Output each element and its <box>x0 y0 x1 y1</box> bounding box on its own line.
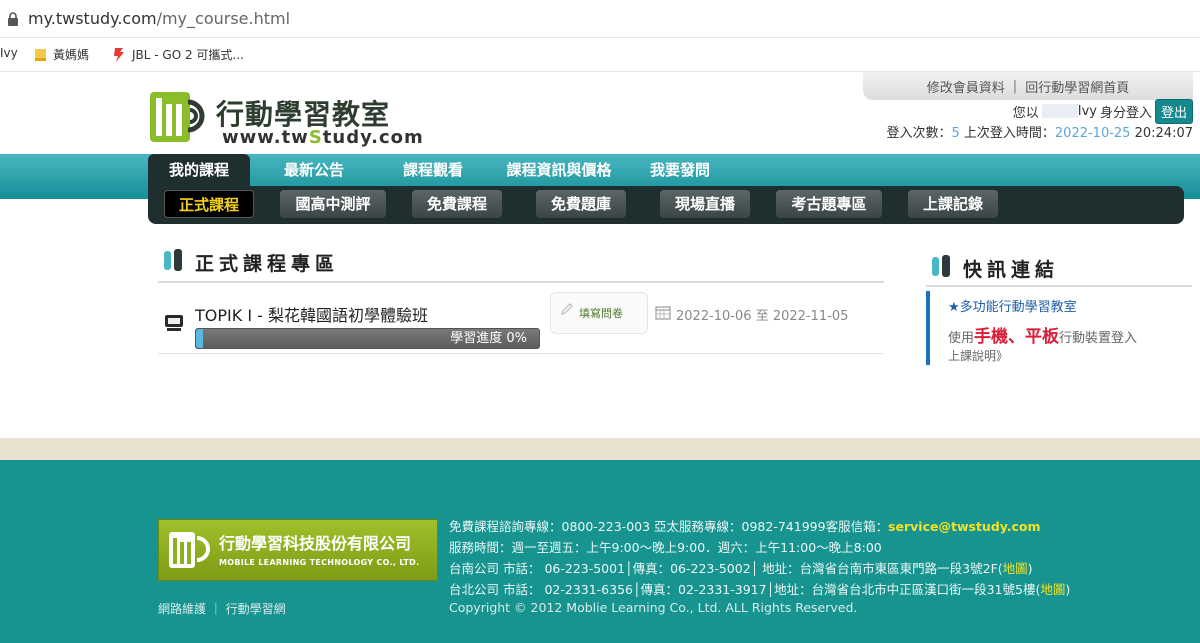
survey-label: 填寫問卷 <box>579 307 623 320</box>
login-status: 您以 Ivy 身分登入 登出 <box>880 98 1193 124</box>
pencil-icon <box>561 303 573 315</box>
login-prefix: 您以 <box>1012 105 1039 121</box>
taipei-map-link[interactable]: 地圖 <box>1040 582 1065 597</box>
masked-username <box>1041 104 1078 118</box>
quicklink-mobile-classroom[interactable]: ★多功能行動學習教室 <box>948 296 1077 315</box>
site-url: www.twStudy.com <box>222 127 424 148</box>
quicklinks-title: 快訊連結 <box>963 259 1060 281</box>
nav-ask[interactable]: 我要發問 <box>630 154 730 186</box>
quicklink-device-login[interactable]: 使用手機、平板行動裝置登入 <box>948 322 1137 347</box>
quicklinks-marker-icon <box>932 255 950 277</box>
progress-bar: 學習進度 0% <box>195 328 540 349</box>
bookmarks-bar: Ivy 黃媽媽 JBL - GO 2 可攜式... <box>0 38 1200 72</box>
subnav-assessment[interactable]: 國高中測評 <box>280 190 386 218</box>
bookmark-jbl[interactable]: JBL - GO 2 可攜式... <box>112 46 244 63</box>
tainan-map-link[interactable]: 地圖 <box>1003 561 1028 576</box>
login-user: Ivy <box>1077 103 1097 119</box>
subnav-free-questions[interactable]: 免費題庫 <box>536 190 626 218</box>
logo-icon[interactable] <box>148 88 214 144</box>
top-link-separator: | <box>1012 78 1018 94</box>
lock-icon <box>8 12 18 26</box>
edit-profile-link[interactable]: 修改會員資料 <box>927 77 1005 96</box>
company-logo: 行動學習科技股份有限公司 MOBILE LEARNING TECHNOLOGY … <box>158 519 438 581</box>
calendar-icon <box>655 306 671 320</box>
course-tv-icon <box>165 315 183 331</box>
contact-line-tainan: 台南公司 市話： 06-223-5001│傳真：06-223-5002│ 地址：… <box>449 561 1033 576</box>
progress-fill <box>196 329 203 348</box>
course-date-range: 2022-10-06 至 2022-11-05 <box>676 309 849 324</box>
service-email-link[interactable]: service@twstudy.com <box>888 519 1040 534</box>
contact-line-hotline: 免費課程諮詢專線：0800-223-003 亞太服務專線：0982-741999… <box>449 519 1041 534</box>
nav-qa[interactable]: 課程觀看QA <box>378 154 488 211</box>
subnav-class-records[interactable]: 上課記錄 <box>908 190 998 218</box>
login-info: 登入次數：5 上次登入時間：2022-10-25 20:24:07 <box>886 126 1193 141</box>
section-marker-icon <box>164 249 182 271</box>
home-link[interactable]: 回行動學習網首頁 <box>1025 77 1129 96</box>
main-nav: 我的課程 最新公告 課程觀看QA 課程資訊與價格 我要發問 <box>148 154 730 211</box>
quicklinks-divider <box>926 285 1192 287</box>
copyright: Copyright © 2012 Moblie Learning Co., Lt… <box>449 600 858 615</box>
footer-strip <box>0 438 1200 460</box>
nav-my-courses[interactable]: 我的課程 <box>148 154 250 186</box>
bookmark-label: 黃媽媽 <box>53 48 90 62</box>
footer-contact-info: 免費課程諮詢專線：0800-223-003 亞太服務專線：0982-741999… <box>449 516 1070 600</box>
section-divider <box>158 281 884 283</box>
bookmark-huang[interactable]: 黃媽媽 <box>34 46 89 63</box>
url-text[interactable]: my.twstudy.com/my_course.html <box>28 9 290 28</box>
company-name: 行動學習科技股份有限公司 <box>219 534 412 553</box>
nav-course-info[interactable]: 課程資訊與價格 <box>488 154 630 186</box>
company-logo-icon <box>169 532 210 568</box>
bookmark-ivy[interactable]: Ivy <box>0 46 18 60</box>
subnav-live[interactable]: 現場直播 <box>660 190 750 218</box>
section-title: 正式課程專區 <box>195 253 340 275</box>
company-name-en: MOBILE LEARNING TECHNOLOGY CO., LTD. <box>219 558 420 567</box>
login-suffix: 身分登入 <box>1099 105 1152 121</box>
nav-news[interactable]: 最新公告 <box>250 154 378 186</box>
contact-line-hours: 服務時間：週一至週五：上午9:00～晚上9:00．週六：上午11:00～晚上8:… <box>449 540 882 555</box>
logout-button[interactable]: 登出 <box>1154 98 1193 124</box>
quicklink-class-instructions[interactable]: 上課說明》 <box>948 347 1008 364</box>
top-links: 修改會員資料 | 回行動學習網首頁 <box>863 72 1193 100</box>
course-title[interactable]: TOPIK Ⅰ - 梨花韓國語初學體驗班 <box>195 302 428 326</box>
sub-nav: 正式課程 國高中測評 免費課程 免費題庫 現場直播 考古題專區 上課記錄 <box>148 186 1184 224</box>
bookmark-label: JBL - GO 2 可攜式... <box>132 48 244 62</box>
row-divider <box>158 353 884 354</box>
jbl-icon <box>114 47 124 62</box>
subnav-past-exams[interactable]: 考古題專區 <box>776 190 882 218</box>
file-icon <box>35 48 46 61</box>
quicklinks-list: ★多功能行動學習教室 使用手機、平板行動裝置登入 上課說明》 <box>926 291 1166 365</box>
bookmark-label: Ivy <box>0 46 18 60</box>
address-bar[interactable]: my.twstudy.com/my_course.html <box>0 0 1200 38</box>
progress-label: 學習進度 0% <box>450 331 527 346</box>
subnav-formal-courses[interactable]: 正式課程 <box>164 190 254 218</box>
contact-line-taipei: 台北公司 市話： 02-2331-6356│傳真：02-2331-3917│地址… <box>449 582 1071 597</box>
footer-links[interactable]: 網路維護 ｜ 行動學習網 <box>158 600 286 617</box>
subnav-free-courses[interactable]: 免費課程 <box>412 190 502 218</box>
